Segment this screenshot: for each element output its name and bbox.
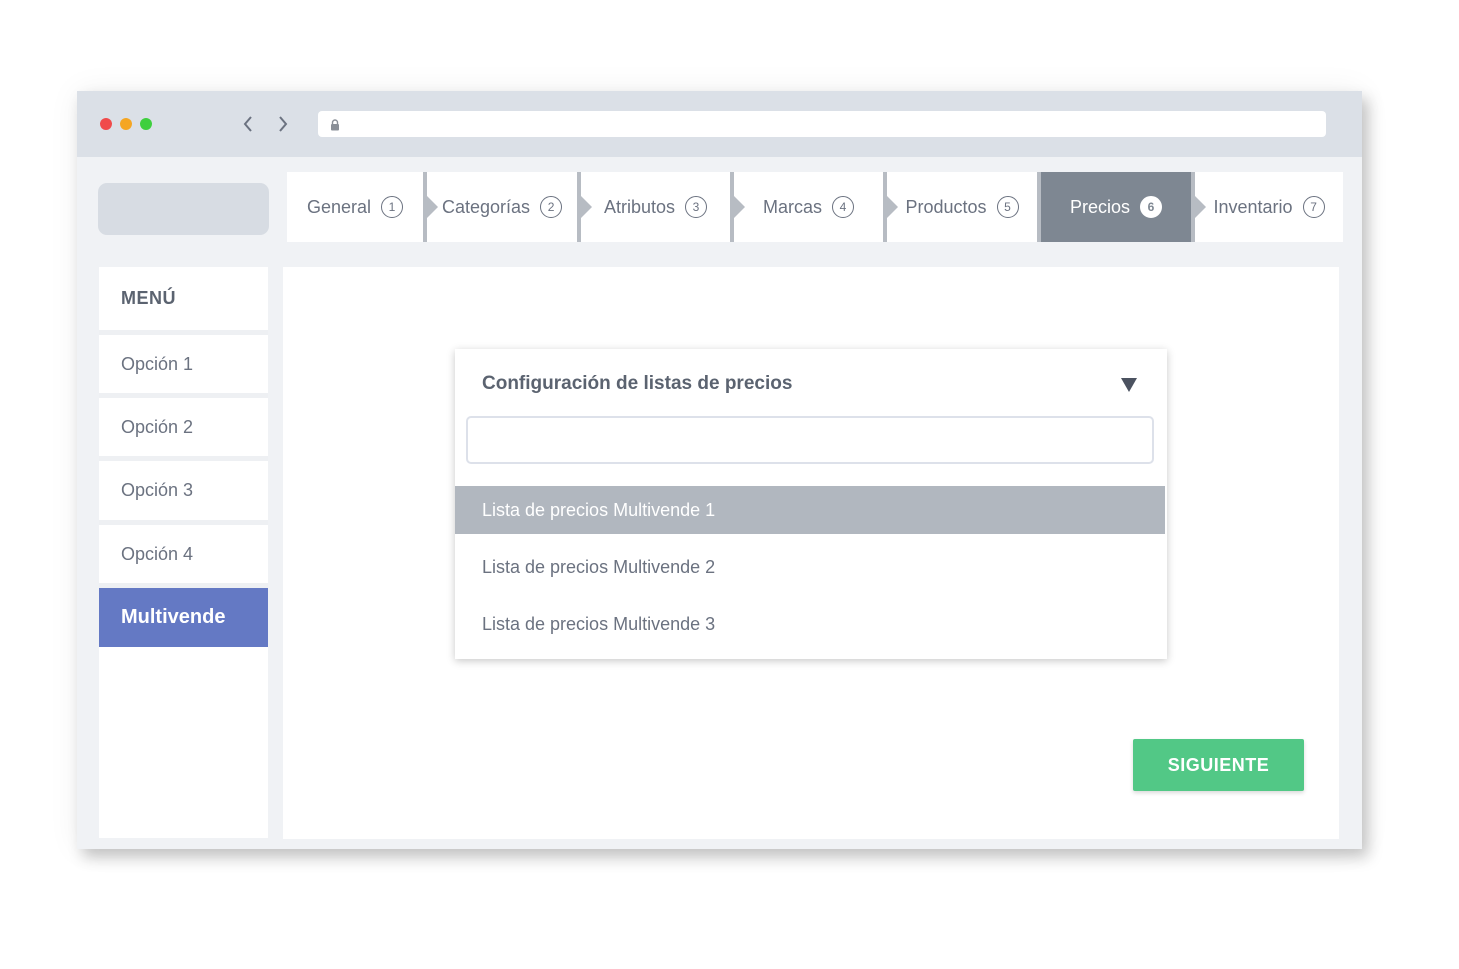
maximize-window-dot[interactable] [140, 118, 152, 130]
step-label: Atributos [603, 196, 676, 217]
main-panel: Configuración de listas de precios Lista… [283, 267, 1339, 839]
step-label: General [306, 196, 372, 217]
step-number: 5 [996, 196, 1019, 218]
step-marcas[interactable]: Marcas 4 [734, 172, 883, 242]
step-label: Precios [1069, 196, 1131, 217]
sidebar-item-opcion-4[interactable]: Opción 4 [99, 525, 268, 583]
step-number: 3 [685, 196, 708, 218]
step-atributos[interactable]: Atributos 3 [581, 172, 730, 242]
step-label: Inventario [1213, 196, 1293, 217]
sidebar-item-multivende[interactable]: Multivende [99, 588, 268, 647]
sidebar-item-opcion-3[interactable]: Opción 3 [99, 461, 268, 519]
step-precios[interactable]: Precios 6 [1041, 172, 1191, 242]
browser-titlebar [77, 91, 1362, 157]
step-general[interactable]: General 1 [287, 172, 423, 242]
step-number: 7 [1302, 196, 1325, 218]
minimize-window-dot[interactable] [120, 118, 132, 130]
wizard-stepper: General 1 Categorías 2 Atributos 3 Marca… [287, 172, 1343, 242]
address-bar[interactable] [318, 111, 1326, 137]
close-window-dot[interactable] [100, 118, 112, 130]
step-inventario[interactable]: Inventario 7 [1195, 172, 1343, 242]
sidebar-menu: MENÚ Opción 1 Opción 2 Opción 3 Opción 4… [99, 267, 268, 838]
step-label: Productos [905, 196, 987, 217]
step-number: 4 [832, 196, 854, 218]
dropdown-search-input[interactable] [466, 416, 1154, 464]
chevron-left-icon[interactable] [241, 116, 255, 132]
step-productos[interactable]: Productos 5 [887, 172, 1037, 242]
step-label: Marcas [762, 196, 822, 217]
step-number: 1 [381, 196, 404, 218]
sidebar-item-opcion-2[interactable]: Opción 2 [99, 398, 268, 456]
step-number: 2 [540, 196, 563, 218]
dropdown-option[interactable]: Lista de precios Multivende 3 [455, 600, 1165, 648]
caret-down-icon[interactable] [1121, 378, 1137, 392]
dropdown-option[interactable]: Lista de precios Multivende 2 [455, 543, 1165, 591]
price-list-dropdown[interactable]: Configuración de listas de precios Lista… [455, 349, 1167, 659]
browser-window: General 1 Categorías 2 Atributos 3 Marca… [77, 91, 1362, 849]
sidebar-item-opcion-1[interactable]: Opción 1 [99, 335, 268, 393]
dropdown-option[interactable]: Lista de precios Multivende 1 [455, 486, 1165, 534]
step-number: 6 [1140, 196, 1163, 218]
next-button[interactable]: SIGUIENTE [1133, 739, 1304, 791]
step-label: Categorías [441, 196, 531, 217]
logo-placeholder [98, 183, 269, 235]
chevron-right-icon[interactable] [276, 116, 290, 132]
menu-title: MENÚ [121, 288, 176, 308]
step-categorias[interactable]: Categorías 2 [427, 172, 577, 242]
dropdown-title[interactable]: Configuración de listas de precios [482, 373, 792, 395]
lock-icon [330, 118, 340, 131]
